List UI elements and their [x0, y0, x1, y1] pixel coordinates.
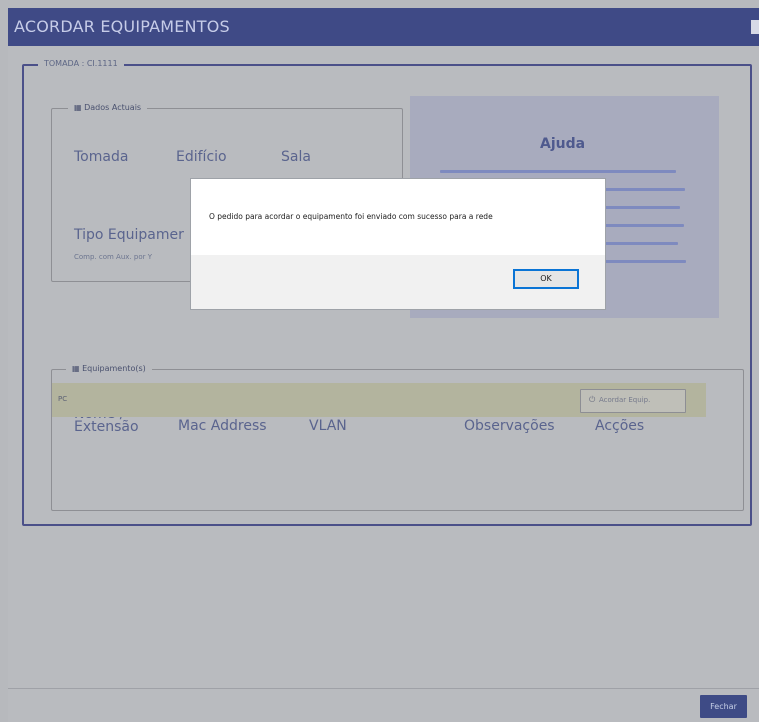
dialog-message: O pedido para acordar o equipamento foi … — [209, 212, 493, 221]
fechar-button[interactable]: Fechar — [700, 695, 747, 718]
acordar-equipamento-button[interactable]: ⏻ Acordar Equip. — [580, 389, 686, 413]
table-row: PC ⏻ Acordar Equip. — [52, 383, 706, 417]
column-header-vlan: VLAN — [309, 418, 347, 434]
success-dialog: O pedido para acordar o equipamento foi … — [190, 178, 606, 310]
tomada-label: Tomada — [74, 149, 129, 165]
window-titlebar: ACORDAR EQUIPAMENTOS — [8, 8, 759, 46]
window-title: ACORDAR EQUIPAMENTOS — [14, 17, 230, 36]
tipo-equipamento-label: Tipo Equipamer — [74, 227, 184, 243]
acordar-equipamento-label: Acordar Equip. — [599, 396, 651, 404]
equipment-name-cell: PC — [58, 395, 68, 403]
help-title: Ajuda — [540, 136, 586, 152]
power-icon: ⏻ — [589, 395, 596, 404]
sala-label: Sala — [281, 149, 311, 165]
table-icon: ▦ — [74, 103, 85, 112]
dialog-footer: OK — [191, 255, 605, 309]
column-header-observacoes: Observações — [464, 418, 555, 434]
table-icon: ▦ — [72, 364, 83, 373]
footer-divider — [8, 688, 759, 689]
equipamentos-legend: ▦ Equipamento(s) — [66, 364, 152, 373]
column-header-accoes: Acções — [595, 418, 645, 434]
ok-button[interactable]: OK — [513, 269, 579, 289]
tipo-equipamento-value: Comp. com Aux. por Y — [74, 253, 152, 261]
help-text-line — [440, 170, 676, 173]
close-icon[interactable] — [751, 20, 759, 34]
edificio-label: Edifício — [176, 149, 227, 165]
equipment-window: ACORDAR EQUIPAMENTOS TOMADA : CI.1111 ▦ … — [8, 8, 759, 722]
dados-actuais-legend: ▦ Dados Actuais — [68, 103, 148, 112]
column-header-mac: Mac Address — [178, 418, 267, 434]
tomada-legend: TOMADA : CI.1111 — [38, 59, 124, 68]
